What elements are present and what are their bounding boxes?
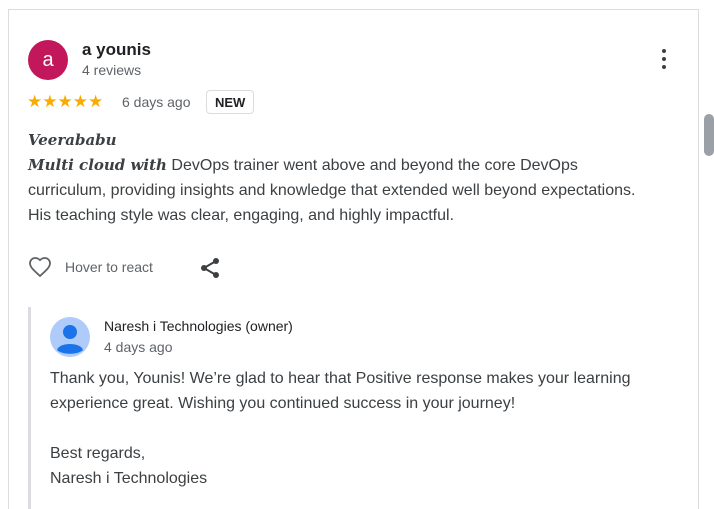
reply-date: 4 days ago: [104, 339, 173, 355]
scrollbar-thumb[interactable]: [704, 114, 714, 156]
reply-paragraph: Thank you, Younis! We’re glad to hear th…: [50, 370, 631, 412]
more-vert-icon: [662, 49, 666, 53]
reviewer-avatar[interactable]: a: [28, 40, 68, 80]
reply-indent-bar: [28, 307, 31, 509]
react-label[interactable]: Hover to react: [65, 259, 153, 275]
person-avatar-icon[interactable]: [50, 317, 90, 357]
reviewer-review-count: 4 reviews: [82, 62, 142, 78]
review-text: Veerababu Multi cloud with DevOps traine…: [28, 128, 648, 228]
owner-reply-text: Thank you, Younis! We’re glad to hear th…: [50, 366, 670, 491]
reply-signature: Naresh i Technologies: [50, 470, 208, 487]
new-badge: NEW: [206, 90, 255, 114]
share-icon[interactable]: [198, 256, 222, 280]
reviewer-name[interactable]: a younis: [82, 40, 151, 60]
review-text-line1: Veerababu: [28, 131, 117, 149]
star-rating: ★★★★★: [27, 92, 104, 111]
heart-outline-icon[interactable]: [27, 255, 53, 279]
review-date: 6 days ago: [122, 94, 191, 110]
reply-signoff: Best regards,: [50, 445, 146, 462]
review-text-styled: Multi cloud with: [28, 156, 167, 174]
owner-name[interactable]: Naresh i Technologies (owner): [104, 318, 293, 334]
more-options-button[interactable]: [652, 45, 676, 75]
